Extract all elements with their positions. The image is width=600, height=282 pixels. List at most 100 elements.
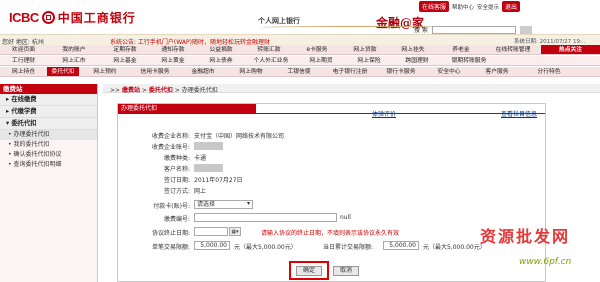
nav-item[interactable]: 银行卡服务 (377, 67, 425, 76)
help-link[interactable]: 帮助中心 (452, 3, 474, 11)
sidebar-title: 缴费站 (0, 84, 97, 94)
nav-item[interactable]: 公益捐款 (197, 45, 245, 54)
content-panel: 办理委托代扣 体验评价 查看栏目信息 收费企业名称: 支付宝（中国）网络技术有限… (117, 103, 546, 282)
nav-item[interactable]: 网上债券 (197, 56, 245, 65)
feedback-link[interactable]: 体验评价 (372, 109, 396, 118)
column-info-link[interactable]: 查看栏目信息 (501, 109, 537, 118)
nav-item[interactable]: 金融超市 (179, 67, 227, 76)
card-select[interactable]: 请选择 (194, 200, 253, 209)
nav-row-1: 欢迎页面 我的账户 定期存款 通知存款 公益捐款 转账汇款 e卡服务 网上贷款 … (0, 45, 600, 55)
nav-item[interactable]: 网上期货 (297, 56, 345, 65)
cancel-button[interactable]: 取消 (333, 266, 359, 276)
panel-title: 办理委托代扣 (118, 104, 256, 113)
nav-item[interactable]: 网上黄金 (149, 56, 197, 65)
icbc-seal-icon (41, 11, 55, 24)
security-tips-link[interactable]: 安全提示 (477, 3, 499, 11)
nav-item-active[interactable]: 委托代扣 (47, 67, 79, 76)
nav-item[interactable]: 在线转账管理 (485, 45, 541, 54)
field-label: 缴费编号: (163, 216, 190, 223)
sidebar-group-entrust[interactable]: ▾ 委托代扣 (0, 118, 97, 130)
nav-item[interactable]: 定期存款 (101, 45, 149, 54)
sidebar-group-label: 委托代扣 (11, 120, 37, 127)
field-label: 收费企业账号: (151, 144, 190, 151)
breadcrumb: >> 缴费站 > 委托代扣 > 办理委托代扣 (110, 87, 218, 94)
hot-topics-tab[interactable]: 热点关注 (541, 45, 600, 54)
panel-divider (118, 113, 545, 114)
sidebar-group-label: 代缴学费 (11, 108, 37, 115)
nav-item[interactable]: 网上挂失 (389, 45, 437, 54)
field-value: 支付宝（中国）网络技术有限公司 (194, 133, 285, 140)
sidebar: 缴费站 ▸ 在线缴费 ▸ 代缴学费 ▾ 委托代扣 • 办理委托代扣 • 我的委托… (0, 84, 98, 282)
nav-row-3: 网上持仓 委托代扣 网上预约 信用卡服务 金融超市 网上购物 工银信使 电子银行… (0, 67, 600, 77)
confirm-button[interactable]: 确定 (296, 266, 322, 276)
nav-item[interactable]: 工行理财 (0, 56, 47, 65)
sidebar-group-online-pay[interactable]: ▸ 在线缴费 (0, 94, 97, 106)
breadcrumb-item[interactable]: 缴费站 (122, 87, 140, 94)
breadcrumb-item[interactable]: 委托代扣 (149, 87, 173, 94)
nav-item[interactable]: 信用卡服务 (131, 67, 179, 76)
field-label: 收费企业名称: (151, 133, 190, 140)
nav-item[interactable]: 网上预约 (79, 67, 131, 76)
daily-limit-unit: 元（最大5,000.00元） (423, 244, 486, 251)
nav-item[interactable]: 通知存款 (149, 45, 197, 54)
search-input[interactable] (431, 25, 516, 34)
nav-item[interactable]: 网上基金 (101, 56, 149, 65)
logout-button[interactable]: 退出 (502, 1, 521, 12)
nav-item[interactable]: 网上汇市 (47, 56, 101, 65)
nav-item[interactable]: 工银信使 (275, 67, 323, 76)
sidebar-item-my[interactable]: • 我的委托代扣 (0, 140, 97, 150)
nav-row-2: 工行理财 网上汇市 网上基金 网上黄金 网上债券 个人外汇业务 网上期货 网上保… (0, 56, 600, 66)
field-value: 卡通 (194, 155, 207, 162)
info-bar: 您好 地区: 杭州 系统公告: 工行手机门户(WAP)随时，随地轻松玩转金融理财… (0, 34, 600, 46)
pay-no-input[interactable] (194, 213, 337, 222)
calendar-icon[interactable]: ▦▾ (229, 227, 241, 236)
field-label: 签订方式: (163, 188, 190, 195)
expire-date-input[interactable] (194, 227, 228, 236)
nav-item[interactable]: 网上持仓 (0, 67, 47, 76)
sidebar-item-label: 我的委托代扣 (13, 141, 50, 148)
breadcrumb-current: 办理委托代扣 (181, 87, 218, 94)
field-label: 单笔交易限额: (151, 244, 190, 251)
sidebar-item-apply[interactable]: • 办理委托代扣 (0, 130, 97, 140)
nav-item[interactable]: 网上贷款 (341, 45, 389, 54)
breadcrumb-prefix: >> (110, 87, 121, 94)
nav-item[interactable]: 养老金 (437, 45, 485, 54)
form-row-expire: 协议终止日期: ▦▾ 请输入协议的终止日期，不填则表示该协议永久有效 (118, 227, 538, 237)
pay-no-suffix: null (340, 214, 351, 221)
nav-item[interactable]: 网上购物 (227, 67, 275, 76)
nav-item[interactable]: 客户服务 (473, 67, 521, 76)
sidebar-item-label: 办理委托代扣 (13, 131, 50, 138)
redacted-value (194, 142, 223, 150)
field-label: 签订日期: (163, 177, 190, 184)
sidebar-item-confirm[interactable]: • 确认委托代扣协议 (0, 150, 97, 160)
nav-item[interactable]: 分行特色 (521, 67, 577, 76)
field-label: 客户名称: (163, 166, 190, 173)
logo-icbc-text: ICBC (9, 10, 39, 25)
daily-limit-input[interactable]: 5,000.00 (383, 241, 419, 250)
nav-item[interactable]: 电子银行注册 (323, 67, 377, 76)
nav-item[interactable]: 跨国理财 (393, 56, 441, 65)
online-service-button[interactable]: 在线客服 (419, 1, 450, 12)
nav-item[interactable]: 网上保险 (345, 56, 393, 65)
system-date: 系统日期: 2011/07/27 19:.. (514, 39, 586, 45)
form-row-pay-no: 缴费编号: null (118, 213, 418, 223)
nav-item[interactable]: 转账汇款 (245, 45, 293, 54)
top-links: 在线客服 帮助中心 安全提示 退出 (419, 1, 521, 12)
search-button[interactable] (519, 25, 532, 34)
logo-bank-name: 中国工商银行 (57, 11, 136, 25)
nav-item[interactable]: 银期转账服务 (441, 56, 497, 65)
nav-item[interactable]: 我的账户 (47, 45, 101, 54)
expire-hint: 请输入协议的终止日期，不填则表示该协议永久有效 (261, 230, 400, 237)
single-limit-unit: 元（最大5,000.00元） (234, 244, 297, 251)
sidebar-group-label: 在线缴费 (11, 96, 37, 103)
sidebar-item-label: 查询委托代扣明细 (13, 161, 62, 168)
nav-item[interactable]: 个人外汇业务 (245, 56, 297, 65)
sidebar-group-tuition[interactable]: ▸ 代缴学费 (0, 106, 97, 118)
single-limit-input[interactable]: 5,000.00 (194, 241, 230, 250)
field-label: 缴费种类: (163, 155, 190, 162)
sidebar-item-query[interactable]: • 查询委托代扣明细 (0, 160, 97, 170)
nav-item[interactable]: e卡服务 (293, 45, 341, 54)
nav-item[interactable]: 欢迎页面 (0, 45, 47, 54)
field-value: 网上 (194, 188, 207, 195)
nav-item[interactable]: 安全中心 (425, 67, 473, 76)
